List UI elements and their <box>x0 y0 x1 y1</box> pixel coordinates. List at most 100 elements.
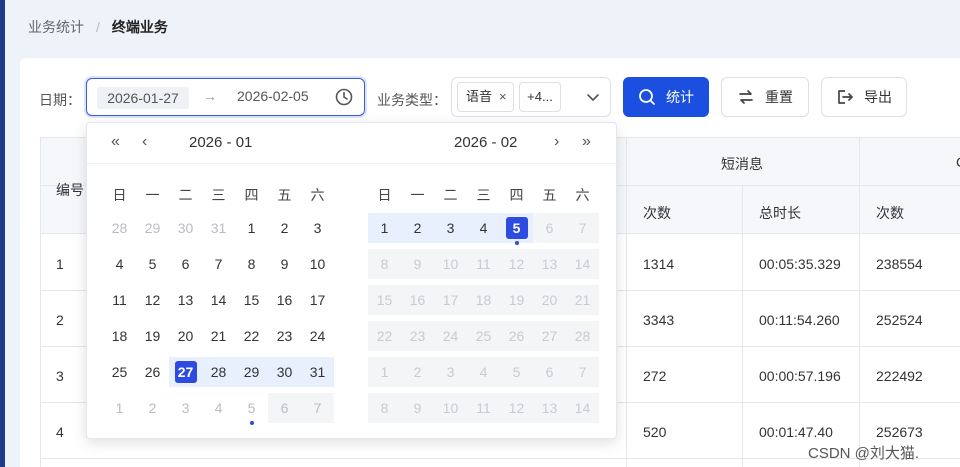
calendar-day: 14 <box>574 400 591 416</box>
breadcrumb-item-stats[interactable]: 业务统计 <box>28 17 84 37</box>
weekday-label: 四 <box>509 187 524 203</box>
search-icon <box>639 89 655 105</box>
calendar-day[interactable]: 3 <box>301 213 334 243</box>
date-range-input[interactable]: 2026-01-27 → 2026-02-05 <box>86 78 365 116</box>
weekday-label: 日 <box>112 187 127 203</box>
calendar-day[interactable]: 30 <box>268 357 301 387</box>
calendar-day[interactable]: 7 <box>202 249 235 279</box>
next-month-button[interactable]: › <box>554 133 559 151</box>
calendar-day[interactable]: 13 <box>169 285 202 315</box>
calendar-day[interactable]: 28 <box>202 357 235 387</box>
calendar-day[interactable]: 10 <box>301 249 334 279</box>
calendar-day[interactable]: 15 <box>235 285 268 315</box>
prev-year-button[interactable]: « <box>111 133 120 151</box>
calendar-day: 14 <box>574 256 591 272</box>
calendar-day[interactable]: 30 <box>169 213 202 243</box>
calendar-day[interactable]: 3 <box>434 213 467 243</box>
chevron-down-icon[interactable] <box>586 90 600 104</box>
calendar-day[interactable]: 1 <box>368 213 401 243</box>
calendar-day[interactable]: 22 <box>235 321 268 351</box>
calendar-day: 4 <box>479 364 488 380</box>
export-button[interactable]: 导出 <box>821 77 907 117</box>
table-cell-count: 272 <box>643 368 667 384</box>
calendar-day[interactable]: 2 <box>401 213 434 243</box>
calendar-day[interactable]: 5 <box>235 393 268 423</box>
calendar-day[interactable]: 29 <box>235 357 268 387</box>
type-tag-voice: 语音 × <box>457 82 514 112</box>
stat-button[interactable]: 统计 <box>623 77 709 117</box>
calendar-day[interactable]: 29 <box>136 213 169 243</box>
reset-button[interactable]: 重置 <box>721 77 809 117</box>
calendar-day[interactable]: 16 <box>268 285 301 315</box>
calendar-day[interactable]: 18 <box>103 321 136 351</box>
calendar-day[interactable]: 4 <box>202 393 235 423</box>
calendar-day[interactable]: 19 <box>136 321 169 351</box>
calendar-day[interactable]: 1 <box>235 213 268 243</box>
col-divider <box>742 186 743 467</box>
calendar-day[interactable]: 31 <box>301 357 334 387</box>
calendar-day[interactable]: 24 <box>301 321 334 351</box>
clock-icon <box>335 88 353 106</box>
business-type-select[interactable]: 语音 × +4... <box>451 77 611 117</box>
table-cell-count: 520 <box>643 424 667 440</box>
calendar-day[interactable]: 21 <box>202 321 235 351</box>
next-year-button[interactable]: » <box>582 133 591 151</box>
calendar-day: 22 <box>376 328 393 344</box>
calendar-day[interactable]: 6 <box>268 393 301 423</box>
table-cell-duration: 00:00:57.196 <box>759 368 841 384</box>
weekday-label: 四 <box>244 187 259 203</box>
calendar-day[interactable]: 1 <box>103 393 136 423</box>
left-edge-bar <box>0 0 5 467</box>
calendar-day: 2 <box>413 364 422 380</box>
right-month-title: 2026 - 02 <box>454 134 518 151</box>
table-cell-count2: 238554 <box>876 256 923 272</box>
calendar-day: 12 <box>508 400 525 416</box>
type-more-tag[interactable]: +4... <box>519 82 561 112</box>
calendar-day[interactable]: 7 <box>301 393 334 423</box>
calendar-day[interactable]: 8 <box>235 249 268 279</box>
tag-close-icon[interactable]: × <box>499 83 507 111</box>
calendar-day[interactable]: 26 <box>136 357 169 387</box>
calendar-day[interactable]: 28 <box>103 213 136 243</box>
left-month-title: 2026 - 01 <box>189 134 253 151</box>
calendar-day[interactable]: 17 <box>301 285 334 315</box>
calendar-day[interactable]: 9 <box>268 249 301 279</box>
calendar-day: 9 <box>413 256 422 272</box>
calendar-day: 15 <box>376 292 393 308</box>
calendar-day: 28 <box>574 328 591 344</box>
column-header-id: 编号 <box>56 182 84 198</box>
calendar-day: 25 <box>475 328 492 344</box>
column-header-count: 次数 <box>643 205 671 221</box>
calendar-day[interactable]: 23 <box>268 321 301 351</box>
calendar-day: 8 <box>380 256 389 272</box>
calendar-day[interactable]: 3 <box>169 393 202 423</box>
column-header-count2: 次数 <box>876 205 904 221</box>
prev-month-button[interactable]: ‹ <box>142 133 147 151</box>
calendar-day[interactable]: 2 <box>268 213 301 243</box>
calendar-day[interactable]: 5 <box>500 213 533 243</box>
calendar-day[interactable]: 25 <box>103 357 136 387</box>
table-cell-id: 2 <box>56 312 64 328</box>
calendar-day: 10 <box>442 256 459 272</box>
date-end-field[interactable]: 2026-02-05 <box>237 88 309 104</box>
calendar-day: 13 <box>541 256 558 272</box>
weekday-label: 三 <box>211 187 226 203</box>
export-icon <box>838 90 853 104</box>
calendar-day[interactable]: 2 <box>136 393 169 423</box>
calendar-day[interactable]: 20 <box>169 321 202 351</box>
date-range-picker-panel: « ‹ 2026 - 01 2026 - 02 › » 日 一 二 三 四 五 六 日 一 二 三 四… <box>86 122 618 439</box>
calendar-day[interactable]: 5 <box>136 249 169 279</box>
calendar-day[interactable]: 6 <box>169 249 202 279</box>
calendar-day[interactable]: 31 <box>202 213 235 243</box>
calendar-day[interactable]: 4 <box>103 249 136 279</box>
calendar-day[interactable]: 14 <box>202 285 235 315</box>
weekday-label: 五 <box>542 187 557 203</box>
calendar-day[interactable]: 11 <box>103 285 136 315</box>
calendar-day[interactable]: 4 <box>467 213 500 243</box>
calendar-day[interactable]: 12 <box>136 285 169 315</box>
weekday-label: 六 <box>310 187 325 203</box>
calendar-day[interactable]: 27 <box>169 357 202 387</box>
date-start-field[interactable]: 2026-01-27 <box>97 87 189 109</box>
calendar-day: 19 <box>508 292 525 308</box>
calendar-day: 3 <box>446 364 455 380</box>
